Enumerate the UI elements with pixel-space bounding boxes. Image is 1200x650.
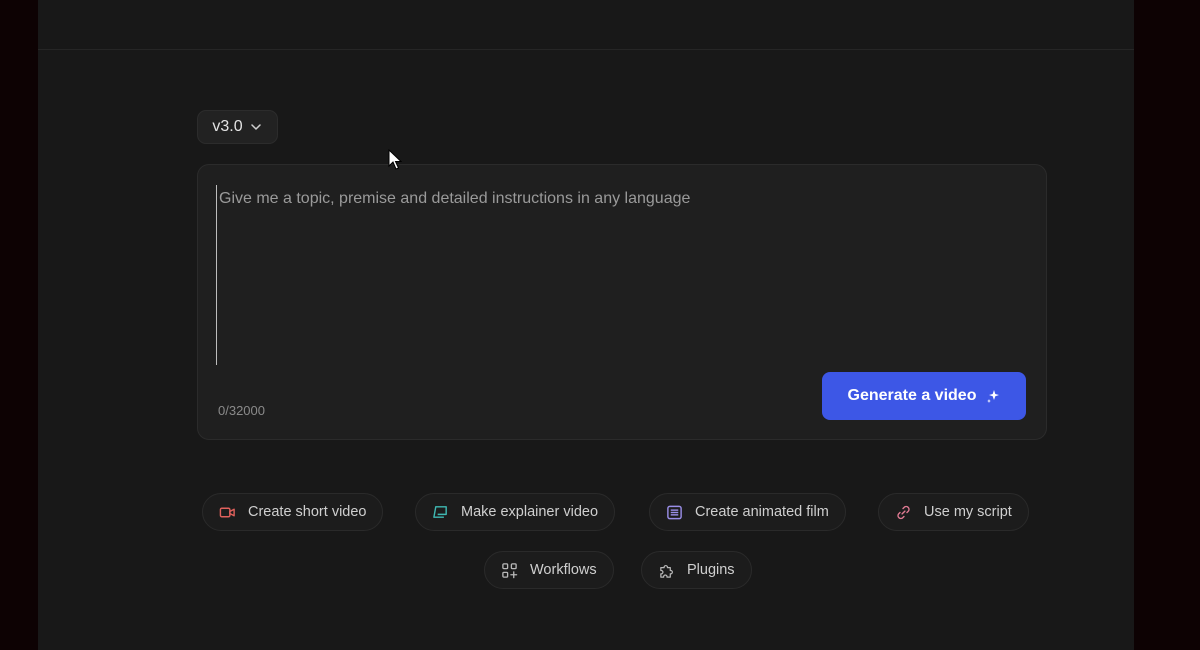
sparkle-icon <box>987 390 1000 403</box>
use-my-script-button[interactable]: Use my script <box>878 493 1029 531</box>
make-explainer-video-label: Make explainer video <box>461 504 599 520</box>
workflows-button[interactable]: Workflows <box>484 551 614 589</box>
create-short-video-button[interactable]: Create short video <box>202 493 384 531</box>
presentation-icon <box>433 505 447 518</box>
version-selector[interactable]: v3.0 <box>197 110 278 144</box>
use-my-script-label: Use my script <box>924 504 1012 520</box>
create-animated-film-label: Create animated film <box>695 504 829 520</box>
prompt-input[interactable] <box>216 185 1026 365</box>
character-counter: 0/32000 <box>218 403 265 418</box>
workflows-label: Workflows <box>530 562 597 578</box>
generate-video-label: Generate a video <box>847 387 977 404</box>
create-animated-film-button[interactable]: Create animated film <box>649 493 846 531</box>
prompt-panel: 0/32000 Generate a video <box>197 164 1047 440</box>
grid-plus-icon <box>502 562 518 578</box>
link-icon <box>897 505 910 519</box>
plugins-label: Plugins <box>687 562 735 578</box>
film-list-icon <box>667 505 682 519</box>
video-camera-icon <box>219 507 235 517</box>
puzzle-icon <box>660 564 673 578</box>
mouse-pointer-icon <box>388 149 402 170</box>
generate-video-button[interactable]: Generate a video <box>822 372 1026 420</box>
app-frame: v3.0 0/32000 Generate a video Create sho… <box>38 0 1134 650</box>
version-label: v3.0 <box>212 118 243 135</box>
create-short-video-label: Create short video <box>248 504 367 520</box>
top-bar <box>38 0 1134 50</box>
make-explainer-video-button[interactable]: Make explainer video <box>415 493 616 531</box>
chevron-down-icon <box>250 124 261 130</box>
plugins-button[interactable]: Plugins <box>641 551 752 589</box>
